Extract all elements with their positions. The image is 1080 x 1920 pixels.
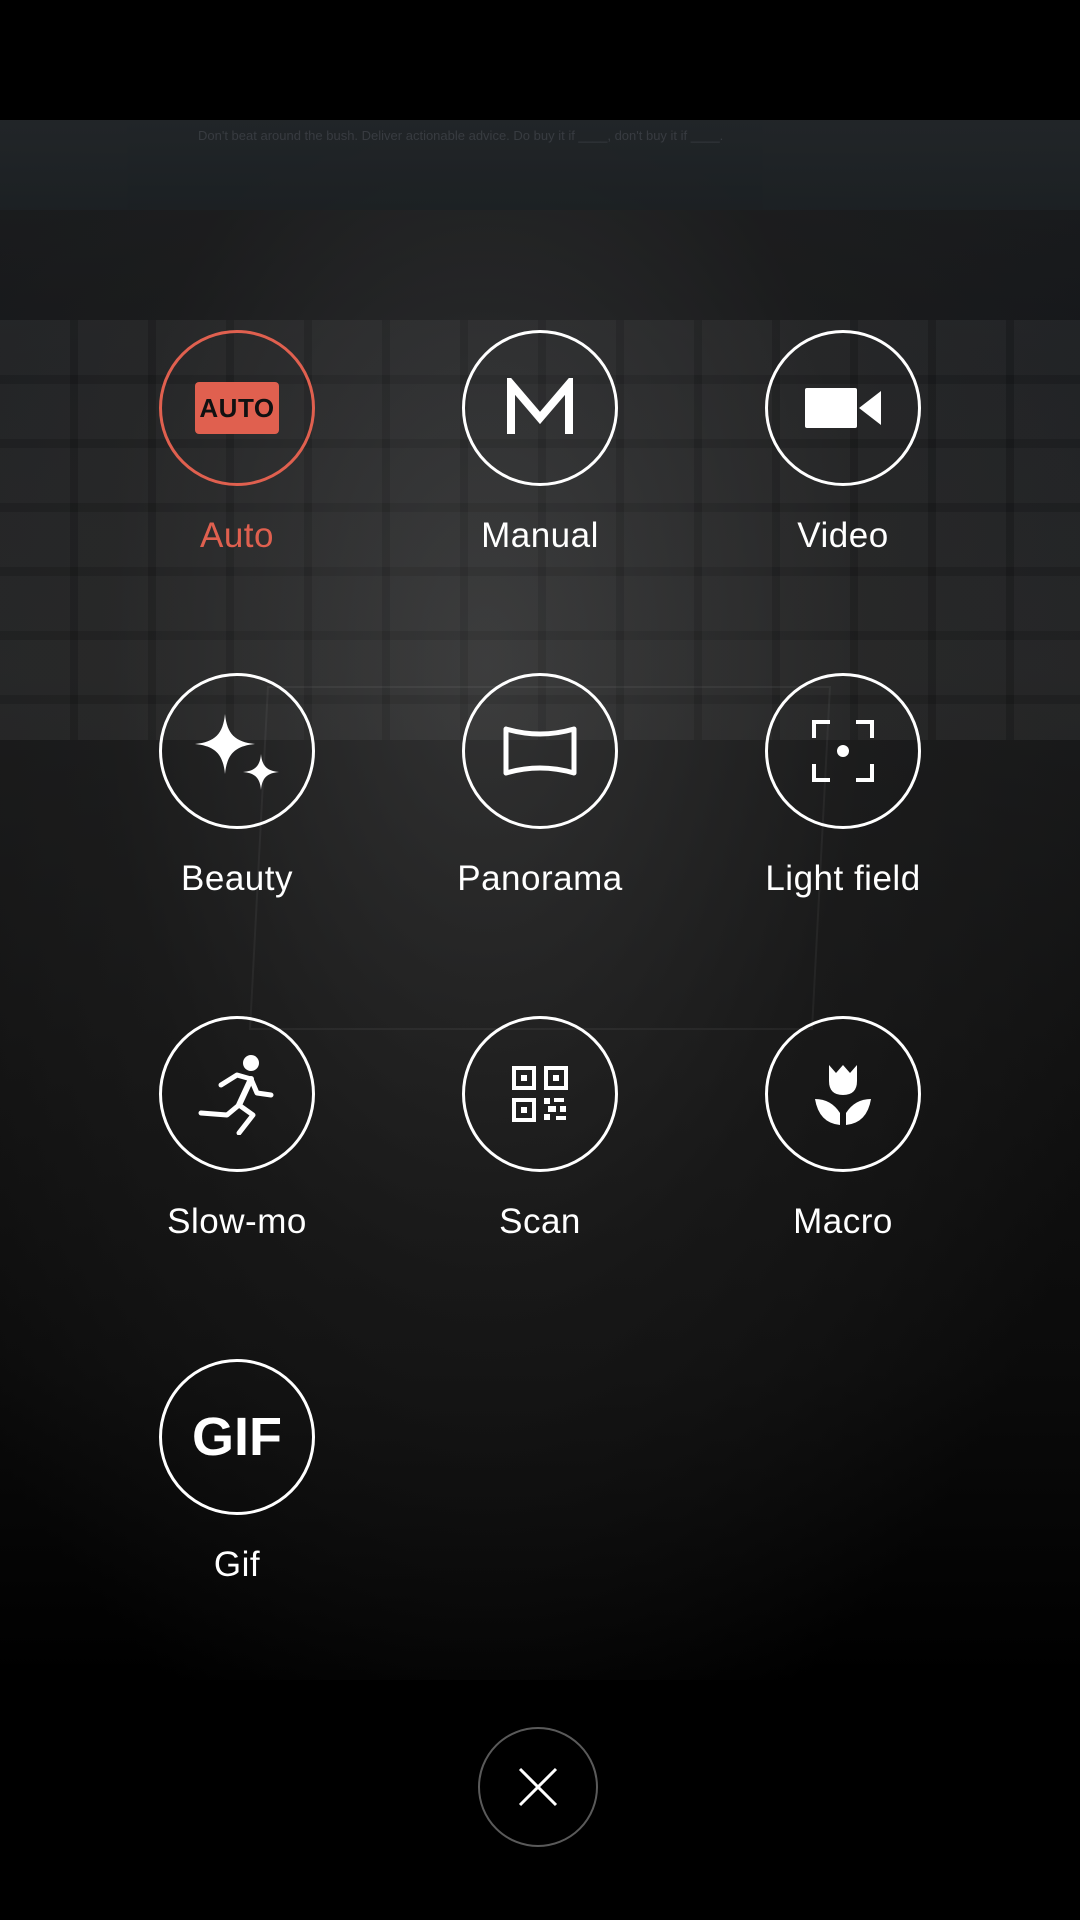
mode-slow-mo[interactable]: Slow-mo: [87, 1016, 387, 1276]
mode-manual[interactable]: Manual: [390, 330, 690, 590]
mode-panorama[interactable]: Panorama: [390, 673, 690, 933]
mode-scan[interactable]: Scan: [390, 1016, 690, 1276]
mode-video[interactable]: Video: [693, 330, 993, 590]
mode-light-field-label: Light field: [765, 859, 921, 898]
preview-screen-text: Don't beat around the bush. Deliver acti…: [198, 128, 724, 143]
mode-manual-circle[interactable]: [462, 330, 618, 486]
video-camera-icon: [805, 388, 881, 428]
qr-code-icon: [512, 1066, 568, 1122]
mode-beauty-circle[interactable]: [159, 673, 315, 829]
mode-beauty[interactable]: Beauty: [87, 673, 387, 933]
tulip-flower-icon: [815, 1065, 871, 1125]
close-icon: [518, 1767, 558, 1807]
mode-auto[interactable]: AUTO Auto: [87, 330, 387, 590]
mode-slow-mo-circle[interactable]: [159, 1016, 315, 1172]
mode-beauty-label: Beauty: [181, 859, 293, 898]
mode-gif[interactable]: GIF Gif: [87, 1359, 387, 1619]
mode-light-field[interactable]: Light field: [693, 673, 993, 933]
mode-video-label: Video: [797, 516, 889, 555]
focus-frame-icon: [812, 720, 874, 782]
mode-panorama-label: Panorama: [457, 859, 623, 898]
auto-icon: AUTO: [195, 382, 279, 434]
mode-light-field-circle[interactable]: [765, 673, 921, 829]
mode-auto-circle[interactable]: AUTO: [159, 330, 315, 486]
mode-macro-label: Macro: [793, 1202, 893, 1241]
close-button[interactable]: [478, 1727, 598, 1847]
mode-auto-label: Auto: [200, 516, 274, 555]
mode-macro-circle[interactable]: [765, 1016, 921, 1172]
mode-macro[interactable]: Macro: [693, 1016, 993, 1276]
mode-manual-label: Manual: [481, 516, 599, 555]
panorama-icon: [503, 726, 577, 776]
sparkle-icon: [195, 714, 279, 790]
mode-video-circle[interactable]: [765, 330, 921, 486]
mode-panorama-circle[interactable]: [462, 673, 618, 829]
running-person-icon: [198, 1055, 274, 1135]
mode-gif-circle[interactable]: GIF: [159, 1359, 315, 1515]
manual-m-icon: [507, 378, 573, 434]
mode-scan-label: Scan: [499, 1202, 581, 1241]
mode-scan-circle[interactable]: [462, 1016, 618, 1172]
gif-icon: GIF: [192, 1407, 282, 1467]
mode-gif-label: Gif: [213, 1545, 261, 1584]
mode-slow-mo-label: Slow-mo: [167, 1202, 307, 1241]
preview-laptop-screen: Don't beat around the bush. Deliver acti…: [0, 120, 1080, 210]
